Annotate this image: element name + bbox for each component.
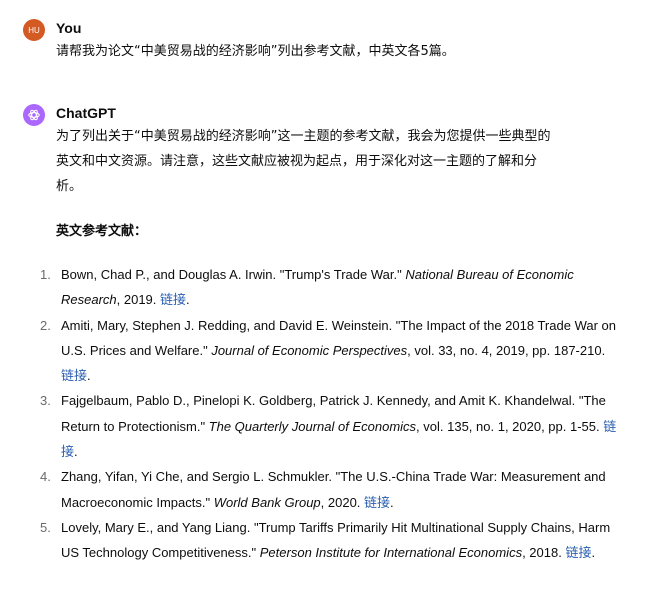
reference-year: , 2020. [320, 494, 365, 510]
reference-number: 3. [40, 393, 51, 409]
reference-source: Journal of Economic Perspectives [211, 342, 408, 358]
reference-item: 1. Bown, Chad P., and Douglas A. Irwin. … [0, 262, 621, 313]
reference-link[interactable]: 链接 [160, 292, 186, 307]
reference-item: 4. Zhang, Yifan, Yi Che, and Sergio L. S… [0, 464, 621, 515]
openai-logo-icon [28, 109, 40, 121]
reference-item: 2. Amiti, Mary, Stephen J. Redding, and … [0, 313, 621, 389]
user-avatar-initials: HU [28, 25, 40, 35]
assistant-name: ChatGPT [56, 105, 116, 121]
assistant-avatar [23, 104, 45, 126]
user-name: You [56, 20, 82, 36]
reference-number: 1. [40, 267, 51, 282]
reference-list: 1. Bown, Chad P., and Douglas A. Irwin. … [0, 262, 660, 566]
reference-year: , vol. 135, no. 1, 2020, pp. 1-55. [416, 418, 604, 434]
section-heading: 英文参考文献： [56, 224, 148, 239]
reference-year: , 2018. [522, 545, 566, 561]
reference-year: , vol. 33, no. 4, 2019, pp. 187-210. [407, 342, 606, 358]
reference-source: The Quarterly Journal of Economics [208, 418, 417, 434]
reference-link[interactable]: 链接 [565, 545, 591, 560]
user-avatar: HU [23, 19, 45, 41]
reference-link[interactable]: 链接 [364, 495, 390, 510]
reference-link[interactable]: 链接 [61, 368, 87, 383]
reference-number: 5. [40, 519, 51, 535]
intro-line: 英文和中文资源。请注意，这些文献应被视为起点，用于深化对这一主题的了解和分 [56, 154, 538, 169]
reference-number: 2. [40, 317, 51, 333]
reference-source: World Bank Group [213, 494, 321, 510]
reference-item: 5. Lovely, Mary E., and Yang Liang. "Tru… [0, 515, 621, 566]
user-message-text: 请帮我为论文“中美贸易战的经济影响”列出参考文献，中英文各5篇。 [56, 44, 455, 59]
intro-line: 为了列出关于“中美贸易战的经济影响”这一主题的参考文献，我会为您提供一些典型的 [56, 129, 551, 144]
assistant-intro: 为了列出关于“中美贸易战的经济影响”这一主题的参考文献，我会为您提供一些典型的 … [56, 124, 612, 199]
reference-item: 3. Fajgelbaum, Pablo D., Pinelopi K. Gol… [0, 388, 621, 464]
reference-text: Bown, Chad P., and Douglas A. Irwin. "Tr… [61, 267, 406, 282]
reference-number: 4. [40, 469, 51, 485]
reference-source: Peterson Institute for International Eco… [259, 545, 523, 561]
intro-line: 析。 [56, 179, 83, 194]
reference-year: , 2019. [116, 292, 161, 308]
